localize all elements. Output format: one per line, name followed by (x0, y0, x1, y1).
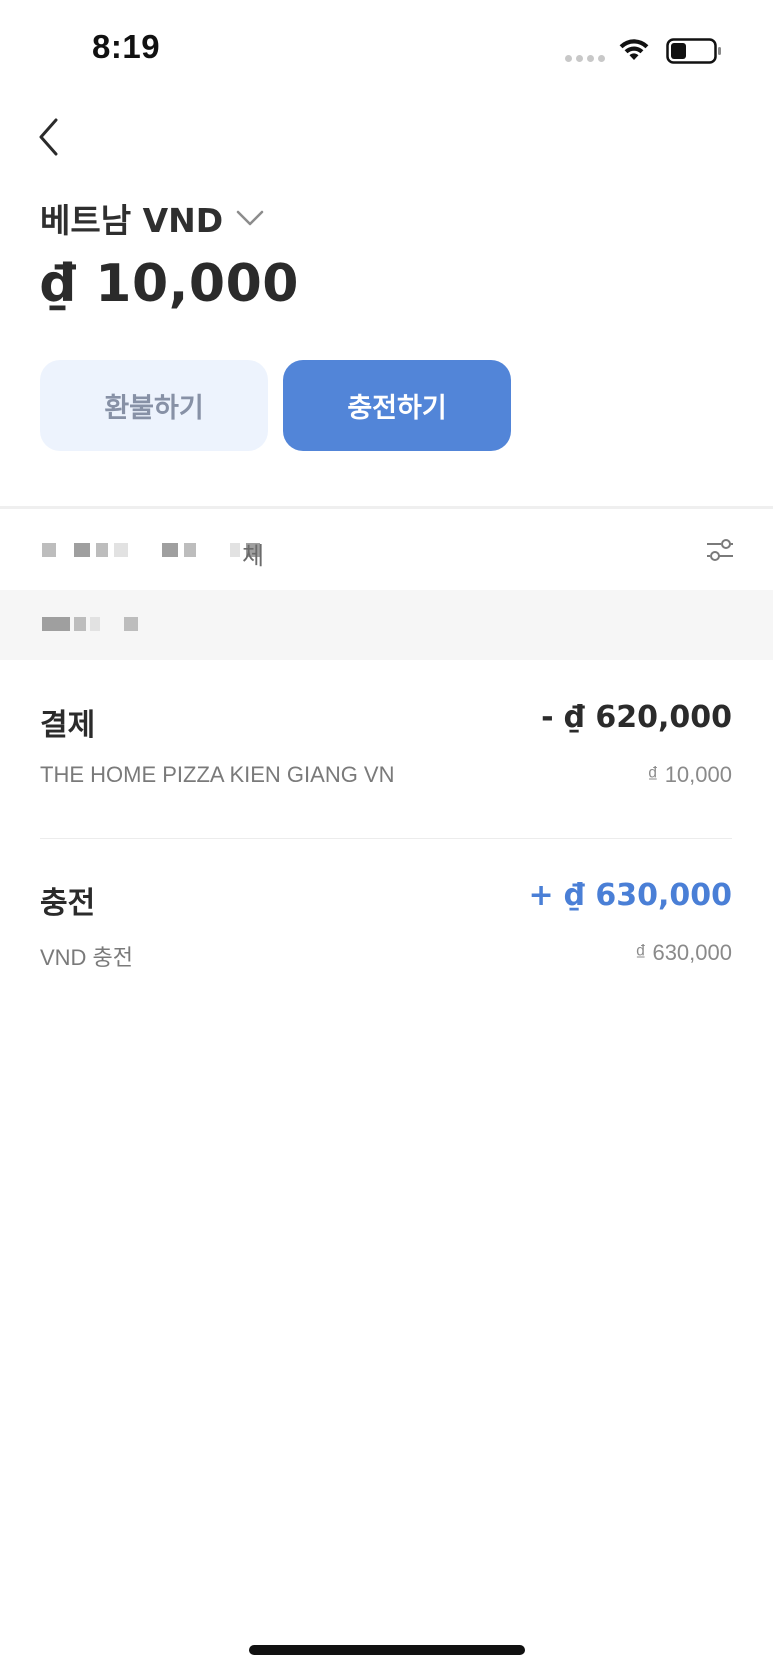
currency-selector[interactable]: 베트남 VND (40, 194, 265, 242)
wifi-icon (619, 39, 649, 60)
status-time: 8:19 (92, 28, 161, 65)
date-redacted (42, 617, 138, 631)
charge-button[interactable]: 충전하기 (283, 360, 511, 451)
status-bar: 8:19 (0, 0, 773, 100)
sliders-icon[interactable] (705, 535, 735, 565)
filter-row[interactable]: 체 (0, 510, 773, 590)
transaction-amount: - ₫ 620,000 (541, 700, 732, 735)
battery-icon (666, 38, 721, 64)
filter-label: 체 (242, 542, 265, 570)
filter-redacted (42, 543, 260, 557)
home-indicator (249, 1645, 525, 1655)
list-divider (40, 838, 732, 839)
transaction-balance-after: ₫ 630,000 (635, 940, 732, 965)
section-divider (0, 506, 773, 509)
currency-name: 베트남 VND (40, 201, 224, 240)
transaction-merchant: THE HOME PIZZA KIEN GIANG VN (40, 762, 395, 787)
transaction-merchant: VND 충전 (40, 945, 134, 970)
chevron-down-icon (236, 210, 264, 226)
transaction-balance-after: ₫ 10,000 (647, 762, 732, 787)
date-header (0, 590, 773, 660)
transaction-amount: + ₫ 630,000 (528, 878, 732, 913)
chevron-left-icon (39, 118, 58, 156)
refund-button[interactable]: 환불하기 (40, 360, 268, 451)
back-button[interactable] (28, 112, 68, 162)
transaction-type: 결제 (40, 708, 96, 743)
transaction-type: 충전 (40, 886, 96, 921)
cellular-signal-icon (565, 55, 605, 62)
wallet-balance: ₫ 10,000 (40, 254, 299, 314)
